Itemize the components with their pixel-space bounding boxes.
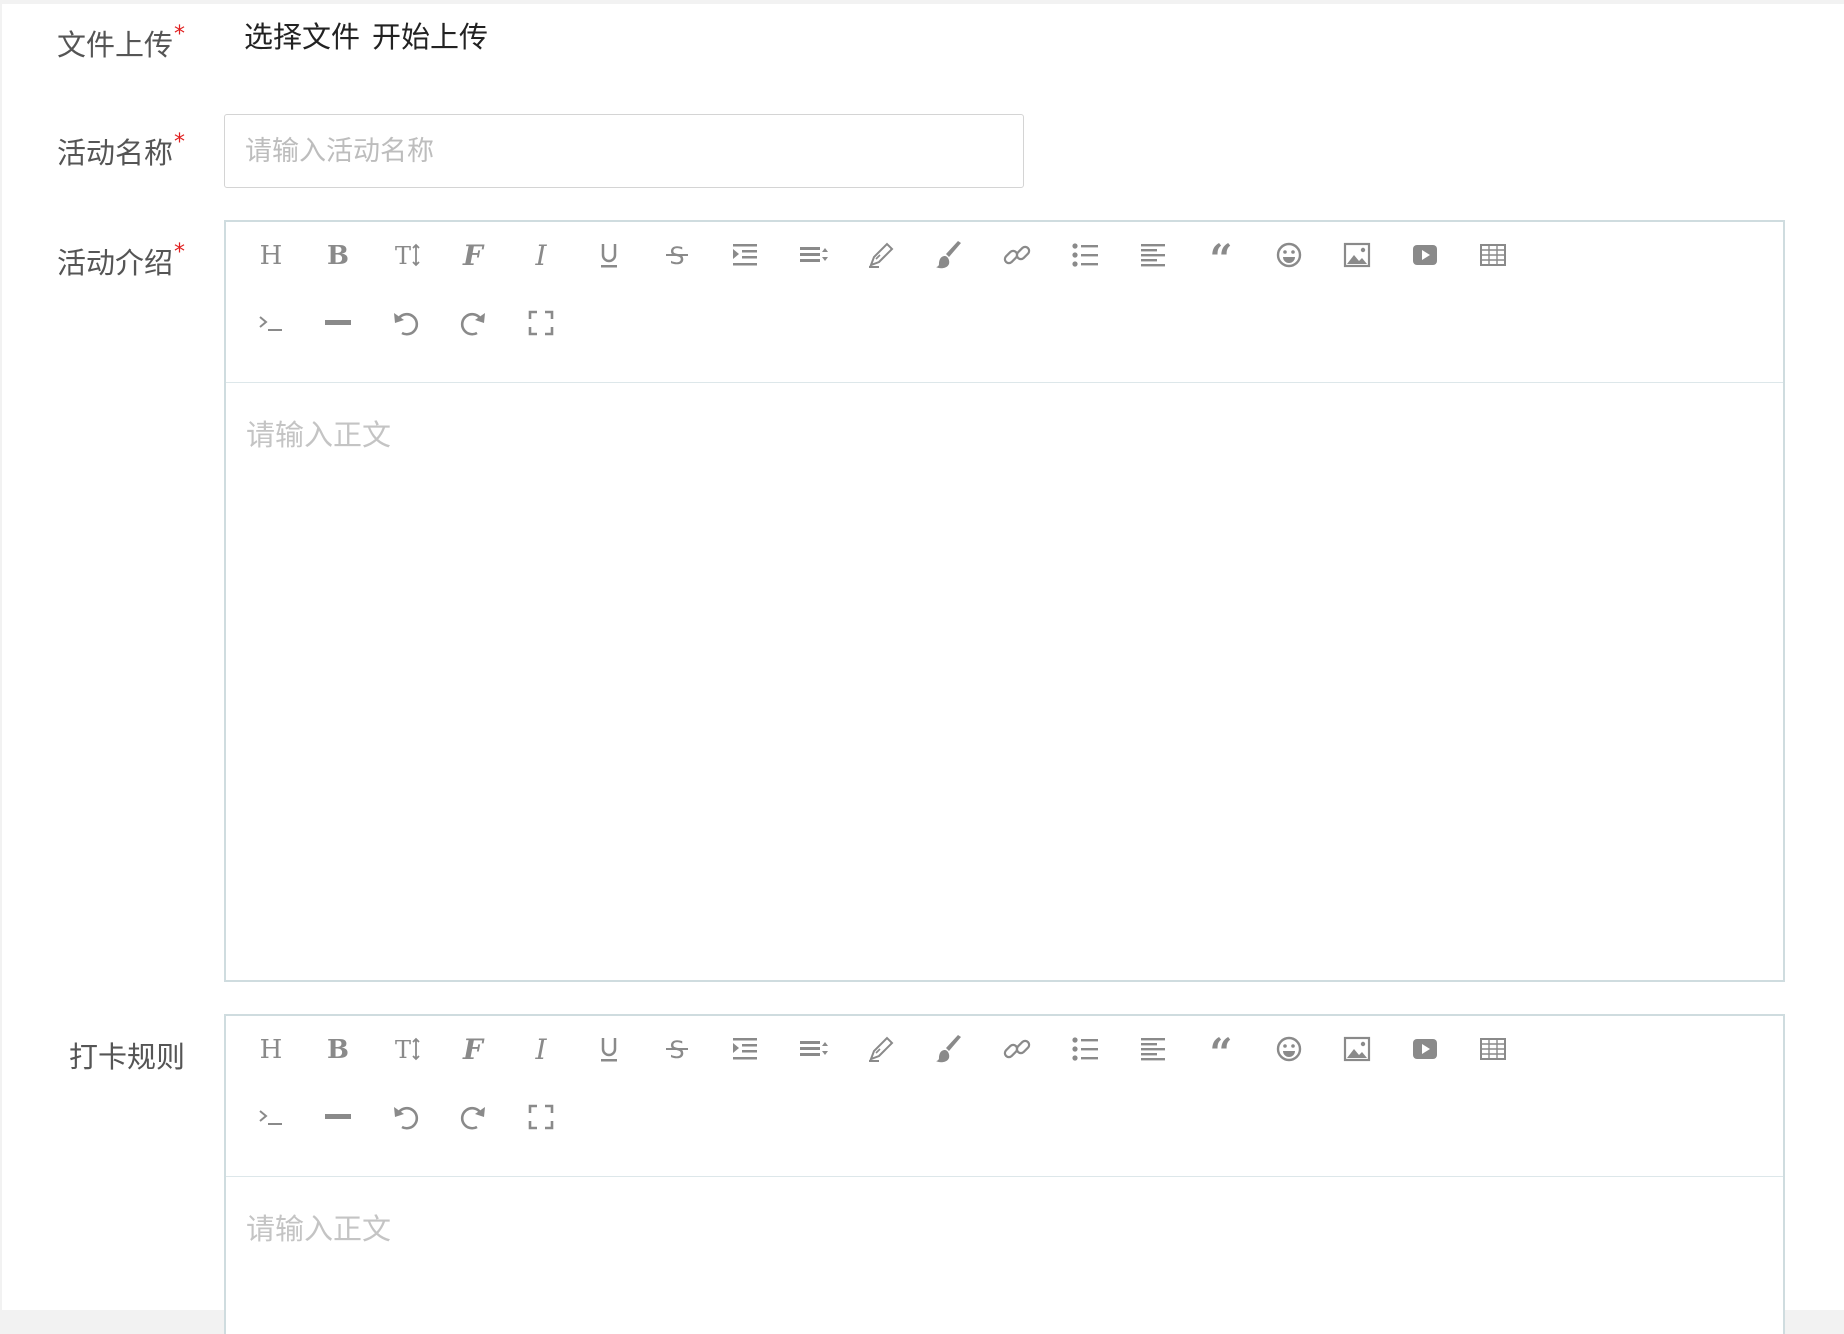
table-icon[interactable]: [1463, 1019, 1523, 1079]
divider-icon[interactable]: [308, 1087, 368, 1147]
choose-file-button[interactable]: 选择文件: [244, 20, 360, 54]
font-size-icon[interactable]: T: [376, 1019, 436, 1079]
editor-toolbar: H B T F I S “: [226, 1016, 1783, 1177]
required-mark: *: [174, 240, 185, 265]
activity-name-input[interactable]: [224, 114, 1024, 188]
font-color-icon[interactable]: [851, 1019, 911, 1079]
font-color-icon[interactable]: [851, 225, 911, 285]
underline-icon[interactable]: [579, 225, 639, 285]
required-mark: *: [174, 130, 185, 155]
font-family-icon[interactable]: F: [443, 225, 503, 285]
form-page: 文件上传* 选择文件开始上传 活动名称* 活动介绍* H B T F I S “ 请输入正文…: [2, 4, 1844, 1334]
editor-placeholder[interactable]: 请输入正文: [246, 1206, 391, 1248]
svg-text:“: “: [1209, 239, 1232, 271]
code-icon[interactable]: [241, 1087, 301, 1147]
activity-intro-editor: H B T F I S “ 请输入正文: [224, 220, 1785, 982]
list-icon[interactable]: [1055, 1019, 1115, 1079]
activity-intro-label: 活动介绍*: [56, 240, 185, 280]
svg-text:T: T: [395, 1036, 411, 1064]
svg-text:I: I: [534, 1033, 547, 1065]
code-icon[interactable]: [241, 293, 301, 353]
justify-icon[interactable]: [1123, 1019, 1183, 1079]
upload-label: 文件上传*: [56, 22, 185, 62]
svg-text:H: H: [260, 241, 283, 271]
svg-text:B: B: [327, 1035, 349, 1065]
background-color-icon[interactable]: [919, 225, 979, 285]
fullscreen-icon[interactable]: [511, 1087, 571, 1147]
image-icon[interactable]: [1327, 225, 1387, 285]
checkin-rules-editor: H B T F I S “ 请输入正文: [224, 1014, 1785, 1334]
justify-icon[interactable]: [1123, 225, 1183, 285]
required-mark: *: [174, 22, 185, 47]
italic-icon[interactable]: I: [511, 225, 571, 285]
strikethrough-icon[interactable]: S: [647, 1019, 707, 1079]
line-height-icon[interactable]: [783, 1019, 843, 1079]
video-icon[interactable]: [1395, 1019, 1455, 1079]
editor-toolbar: H B T F I S “: [226, 222, 1783, 383]
redo-icon[interactable]: [443, 1087, 503, 1147]
video-icon[interactable]: [1395, 225, 1455, 285]
svg-text:H: H: [260, 1035, 283, 1065]
emoji-icon[interactable]: [1259, 225, 1319, 285]
font-family-icon[interactable]: F: [443, 1019, 503, 1079]
emoji-icon[interactable]: [1259, 1019, 1319, 1079]
heading-icon[interactable]: H: [241, 1019, 301, 1079]
activity-name-label: 活动名称*: [56, 130, 185, 170]
link-icon[interactable]: [987, 1019, 1047, 1079]
indent-icon[interactable]: [715, 225, 775, 285]
quote-icon[interactable]: “: [1191, 225, 1251, 285]
svg-text:T: T: [395, 242, 411, 270]
undo-icon[interactable]: [376, 1087, 436, 1147]
background-color-icon[interactable]: [919, 1019, 979, 1079]
bold-icon[interactable]: B: [308, 225, 368, 285]
image-icon[interactable]: [1327, 1019, 1387, 1079]
font-size-icon[interactable]: T: [376, 225, 436, 285]
divider-icon[interactable]: [308, 293, 368, 353]
svg-text:“: “: [1209, 1033, 1232, 1065]
italic-icon[interactable]: I: [511, 1019, 571, 1079]
undo-icon[interactable]: [376, 293, 436, 353]
svg-text:F: F: [462, 1033, 485, 1065]
table-icon[interactable]: [1463, 225, 1523, 285]
svg-text:B: B: [327, 241, 349, 271]
start-upload-button[interactable]: 开始上传: [372, 20, 488, 54]
fullscreen-icon[interactable]: [511, 293, 571, 353]
heading-icon[interactable]: H: [241, 225, 301, 285]
quote-icon[interactable]: “: [1191, 1019, 1251, 1079]
indent-icon[interactable]: [715, 1019, 775, 1079]
list-icon[interactable]: [1055, 225, 1115, 285]
underline-icon[interactable]: [579, 1019, 639, 1079]
link-icon[interactable]: [987, 225, 1047, 285]
editor-placeholder[interactable]: 请输入正文: [246, 412, 391, 454]
upload-actions: 选择文件 开始上传: [244, 14, 488, 56]
bold-icon[interactable]: B: [308, 1019, 368, 1079]
line-height-icon[interactable]: [783, 225, 843, 285]
strikethrough-icon[interactable]: S: [647, 225, 707, 285]
svg-text:F: F: [462, 239, 485, 271]
checkin-rules-label: 打卡规则: [68, 1040, 185, 1074]
redo-icon[interactable]: [443, 293, 503, 353]
svg-text:I: I: [534, 239, 547, 271]
